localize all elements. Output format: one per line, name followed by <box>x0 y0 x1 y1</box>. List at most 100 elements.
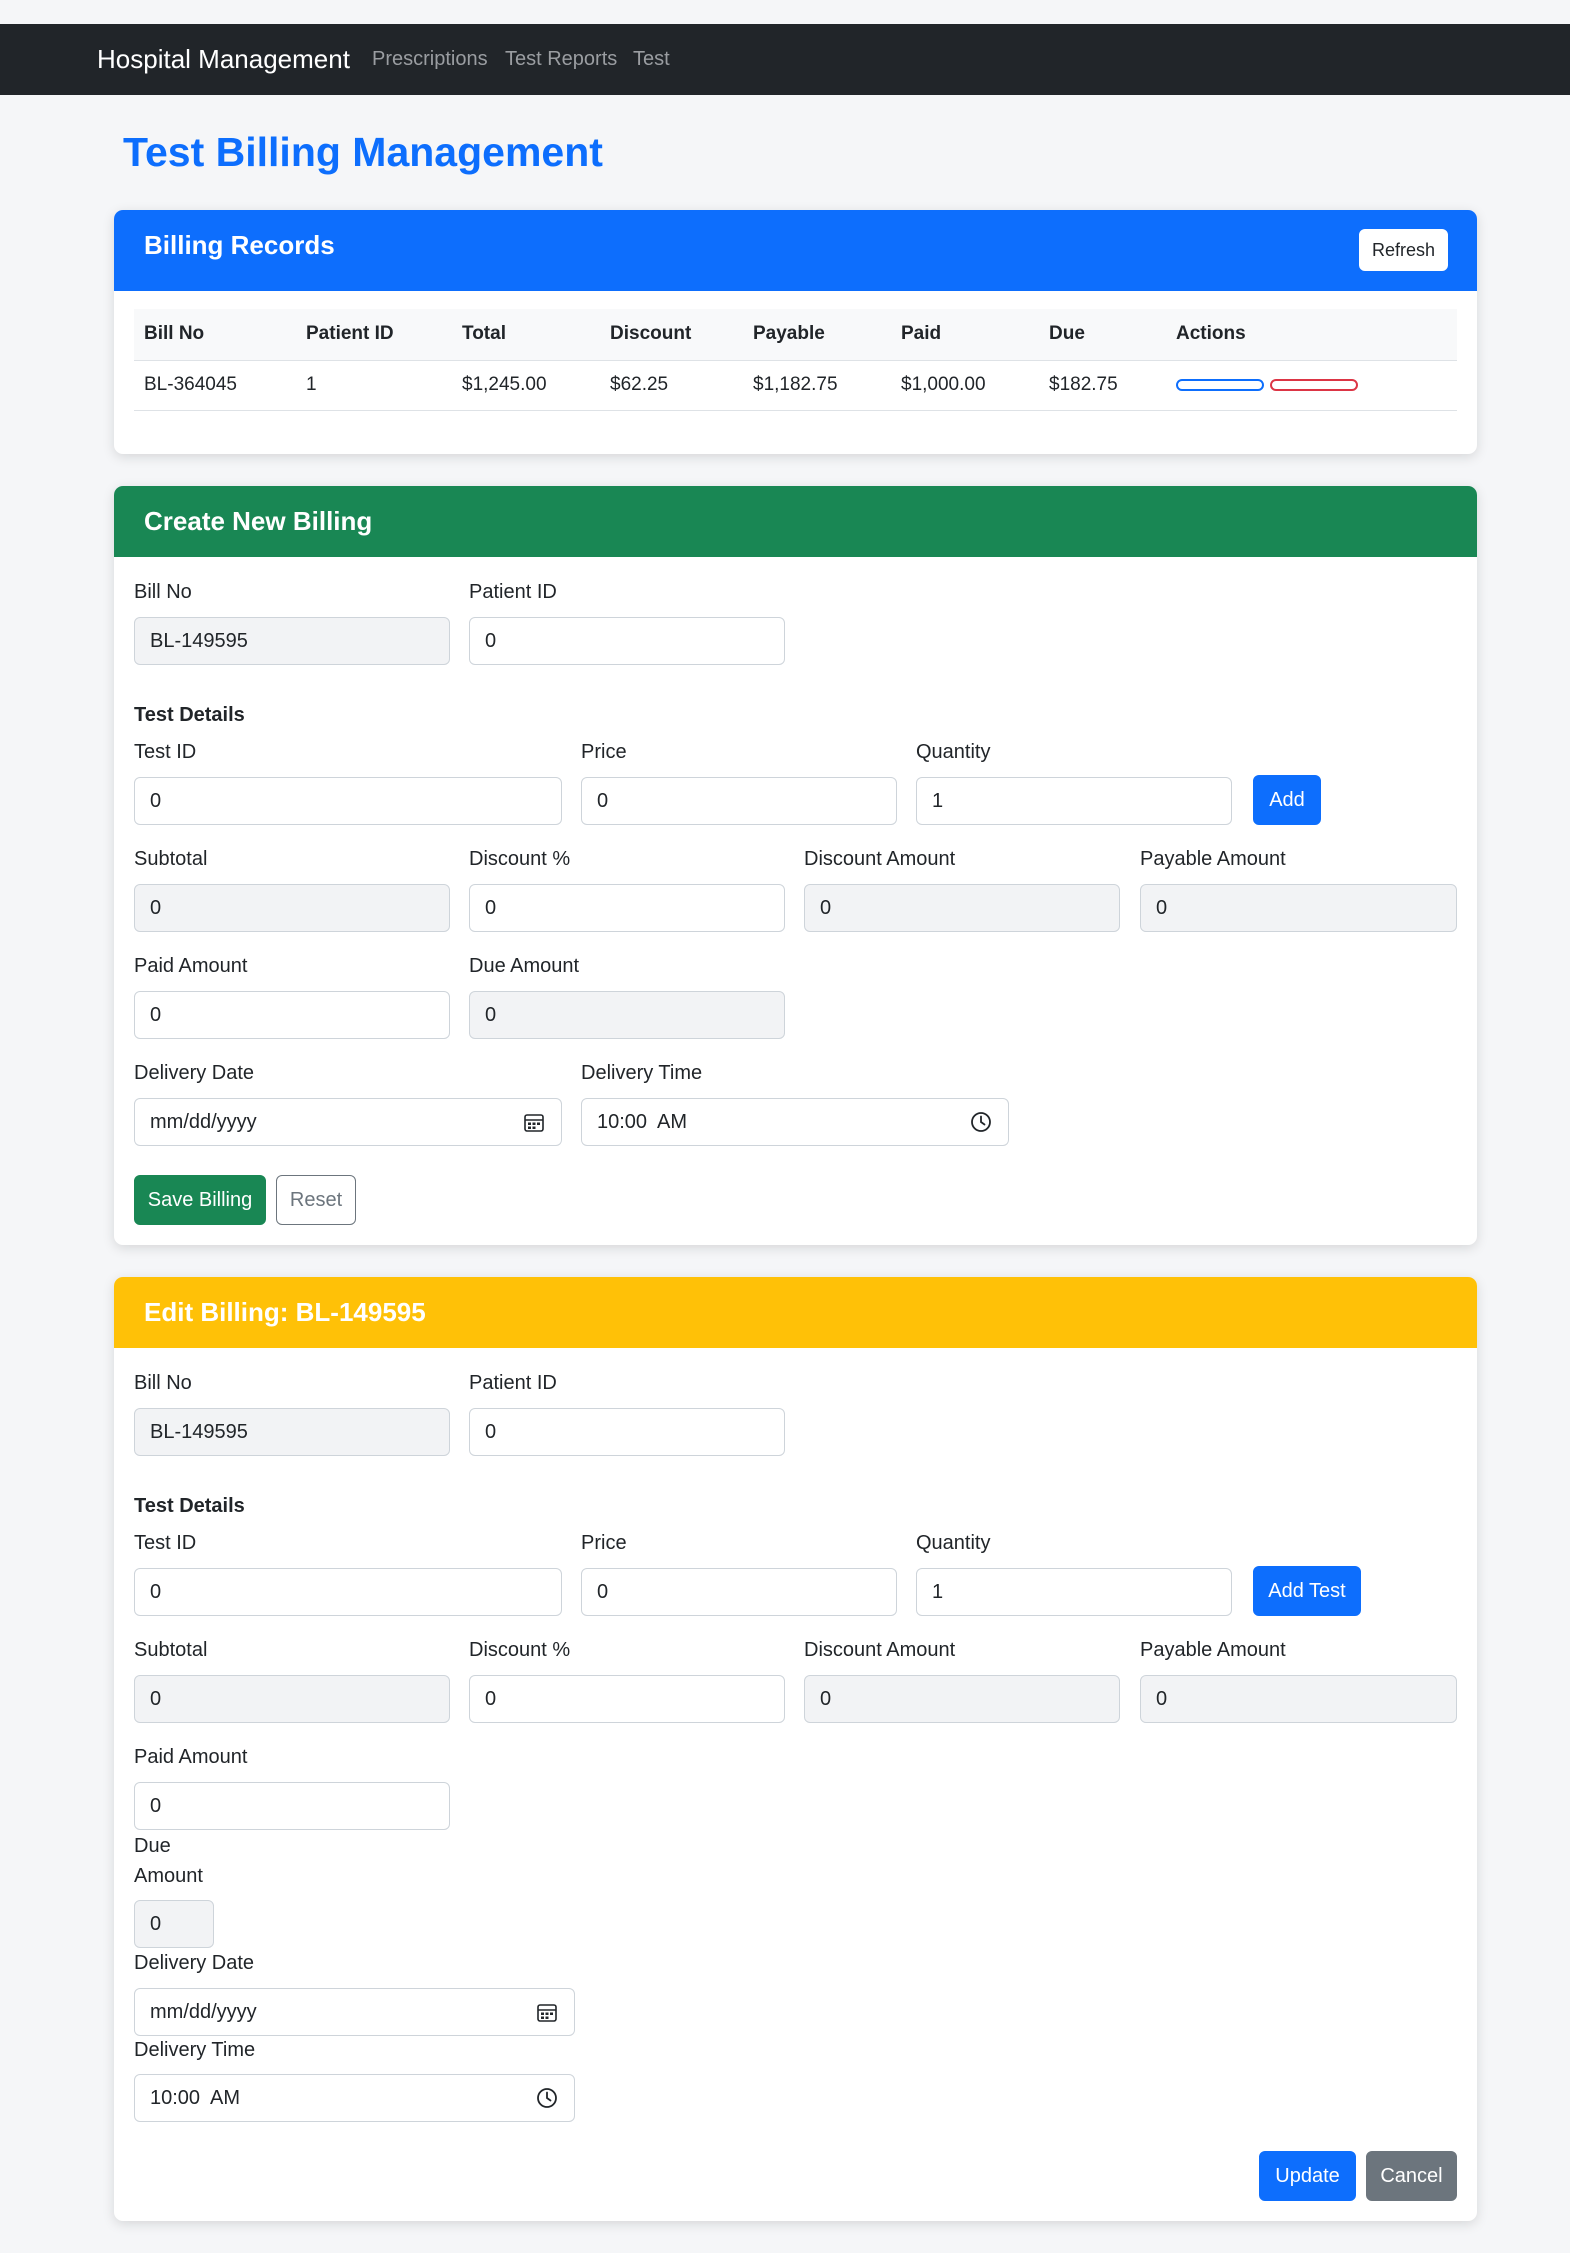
edit-delivery-date-value: mm/dd/yyyy <box>150 2001 257 2023</box>
paid-amount-label: Paid Amount <box>134 955 248 977</box>
navbar-brand[interactable]: Hospital Management <box>97 24 350 95</box>
price-label: Price <box>581 741 627 763</box>
test-id-input[interactable]: 0 <box>134 777 562 825</box>
cell-bill-no: BL-364045 <box>134 360 296 411</box>
update-button[interactable]: Update <box>1259 2151 1356 2201</box>
edit-due-amount-label-line1: Due <box>134 1835 171 1857</box>
cell-paid: $1,000.00 <box>891 360 1039 411</box>
edit-delivery-time-input[interactable]: 10:00 AM <box>134 2074 575 2122</box>
edit-bill-no-field: BL-149595 <box>134 1408 450 1456</box>
column-header-patient-id: Patient ID <box>296 309 452 361</box>
edit-patient-id-label: Patient ID <box>469 1372 557 1394</box>
edit-test-details-heading: Test Details <box>134 1495 245 1517</box>
discount-percent-label: Discount % <box>469 848 571 870</box>
column-header-paid: Paid <box>891 309 1039 361</box>
quantity-input[interactable]: 1 <box>916 777 1232 825</box>
billing-records-header: Billing Records Refresh <box>114 210 1477 291</box>
quantity-label: Quantity <box>916 741 991 763</box>
edit-add-test-button[interactable]: Add Test <box>1253 1566 1361 1616</box>
edit-price-label: Price <box>581 1532 627 1554</box>
save-billing-button[interactable]: Save Billing <box>134 1175 266 1225</box>
edit-delivery-date-label: Delivery Date <box>134 1952 255 1974</box>
billing-records-table: Bill No Patient ID Total Discount Payabl… <box>134 309 1457 411</box>
edit-delivery-time-value: 10:00 AM <box>150 2087 241 2109</box>
column-header-due: Due <box>1039 309 1166 361</box>
edit-test-id-label: Test ID <box>134 1532 197 1554</box>
edit-payable-amount-field: 0 <box>1140 1675 1457 1723</box>
delete-record-button[interactable] <box>1270 378 1358 391</box>
column-header-total: Total <box>452 309 600 361</box>
navbar: Hospital Management Prescriptions Test R… <box>0 24 1570 95</box>
delivery-time-value: 10:00 AM <box>597 1111 688 1133</box>
subtotal-label: Subtotal <box>134 848 208 870</box>
edit-quantity-label: Quantity <box>916 1532 991 1554</box>
edit-subtotal-label: Subtotal <box>134 1639 208 1661</box>
edit-paid-amount-label: Paid Amount <box>134 1746 248 1768</box>
edit-discount-amount-field: 0 <box>804 1675 1120 1723</box>
billing-records-title: Billing Records <box>144 230 335 260</box>
bill-no-label: Bill No <box>134 581 192 603</box>
create-billing-header: Create New Billing <box>114 486 1477 557</box>
edit-subtotal-field: 0 <box>134 1675 450 1723</box>
edit-test-id-input[interactable]: 0 <box>134 1568 562 1616</box>
add-test-button[interactable]: Add <box>1253 775 1321 825</box>
refresh-button[interactable]: Refresh <box>1359 229 1448 271</box>
edit-billing-card: Edit Billing: BL-149595 Bill No BL-14959… <box>114 1277 1477 2221</box>
test-details-heading: Test Details <box>134 704 245 726</box>
paid-amount-input[interactable]: 0 <box>134 991 450 1039</box>
cell-due: $182.75 <box>1039 360 1166 411</box>
nav-link-test-reports[interactable]: Test Reports <box>505 24 617 95</box>
create-billing-title: Create New Billing <box>144 506 373 536</box>
patient-id-label: Patient ID <box>469 581 557 603</box>
clock-icon[interactable] <box>536 2087 558 2109</box>
edit-patient-id-input[interactable]: 0 <box>469 1408 785 1456</box>
edit-price-input[interactable]: 0 <box>581 1568 897 1616</box>
billing-records-card: Billing Records Refresh Bill No Patient … <box>114 210 1477 454</box>
table-header-row: Bill No Patient ID Total Discount Payabl… <box>134 309 1457 361</box>
delivery-date-input[interactable]: mm/dd/yyyy <box>134 1098 562 1146</box>
edit-delivery-date-input[interactable]: mm/dd/yyyy <box>134 1988 575 2036</box>
calendar-icon[interactable] <box>536 2001 558 2023</box>
cancel-button[interactable]: Cancel <box>1366 2151 1457 2201</box>
delivery-date-label: Delivery Date <box>134 1062 255 1084</box>
calendar-icon[interactable] <box>523 1111 545 1133</box>
edit-paid-amount-input[interactable]: 0 <box>134 1782 450 1830</box>
discount-amount-label: Discount Amount <box>804 848 956 870</box>
cell-payable: $1,182.75 <box>743 360 891 411</box>
edit-discount-percent-label: Discount % <box>469 1639 571 1661</box>
edit-bill-no-label: Bill No <box>134 1372 192 1394</box>
cell-actions <box>1166 360 1457 411</box>
column-header-payable: Payable <box>743 309 891 361</box>
cell-total: $1,245.00 <box>452 360 600 411</box>
edit-discount-percent-input[interactable]: 0 <box>469 1675 785 1723</box>
table-row: BL-364045 1 $1,245.00 $62.25 $1,182.75 $… <box>134 360 1457 411</box>
column-header-bill-no: Bill No <box>134 309 296 361</box>
reset-button[interactable]: Reset <box>276 1175 356 1225</box>
patient-id-input[interactable]: 0 <box>469 617 785 665</box>
column-header-discount: Discount <box>600 309 743 361</box>
due-amount-field: 0 <box>469 991 785 1039</box>
cell-discount: $62.25 <box>600 360 743 411</box>
edit-record-button[interactable] <box>1176 378 1264 391</box>
nav-link-prescriptions[interactable]: Prescriptions <box>372 24 488 95</box>
edit-billing-title: Edit Billing: BL-149595 <box>144 1297 426 1327</box>
delivery-time-label: Delivery Time <box>581 1062 703 1084</box>
delivery-time-input[interactable]: 10:00 AM <box>581 1098 1009 1146</box>
clock-icon[interactable] <box>970 1111 992 1133</box>
price-input[interactable]: 0 <box>581 777 897 825</box>
edit-billing-header: Edit Billing: BL-149595 <box>114 1277 1477 1348</box>
test-id-label: Test ID <box>134 741 197 763</box>
cell-patient-id: 1 <box>296 360 452 411</box>
nav-link-test[interactable]: Test <box>633 24 670 95</box>
due-amount-label: Due Amount <box>469 955 580 977</box>
discount-percent-input[interactable]: 0 <box>469 884 785 932</box>
delivery-date-value: mm/dd/yyyy <box>150 1111 257 1133</box>
bill-no-field: BL-149595 <box>134 617 450 665</box>
discount-amount-field: 0 <box>804 884 1120 932</box>
edit-discount-amount-label: Discount Amount <box>804 1639 956 1661</box>
edit-quantity-input[interactable]: 1 <box>916 1568 1232 1616</box>
subtotal-field: 0 <box>134 884 450 932</box>
edit-due-amount-label-line2: Amount <box>134 1865 203 1887</box>
payable-amount-field: 0 <box>1140 884 1457 932</box>
create-billing-card: Create New Billing Bill No BL-149595 Pat… <box>114 486 1477 1245</box>
